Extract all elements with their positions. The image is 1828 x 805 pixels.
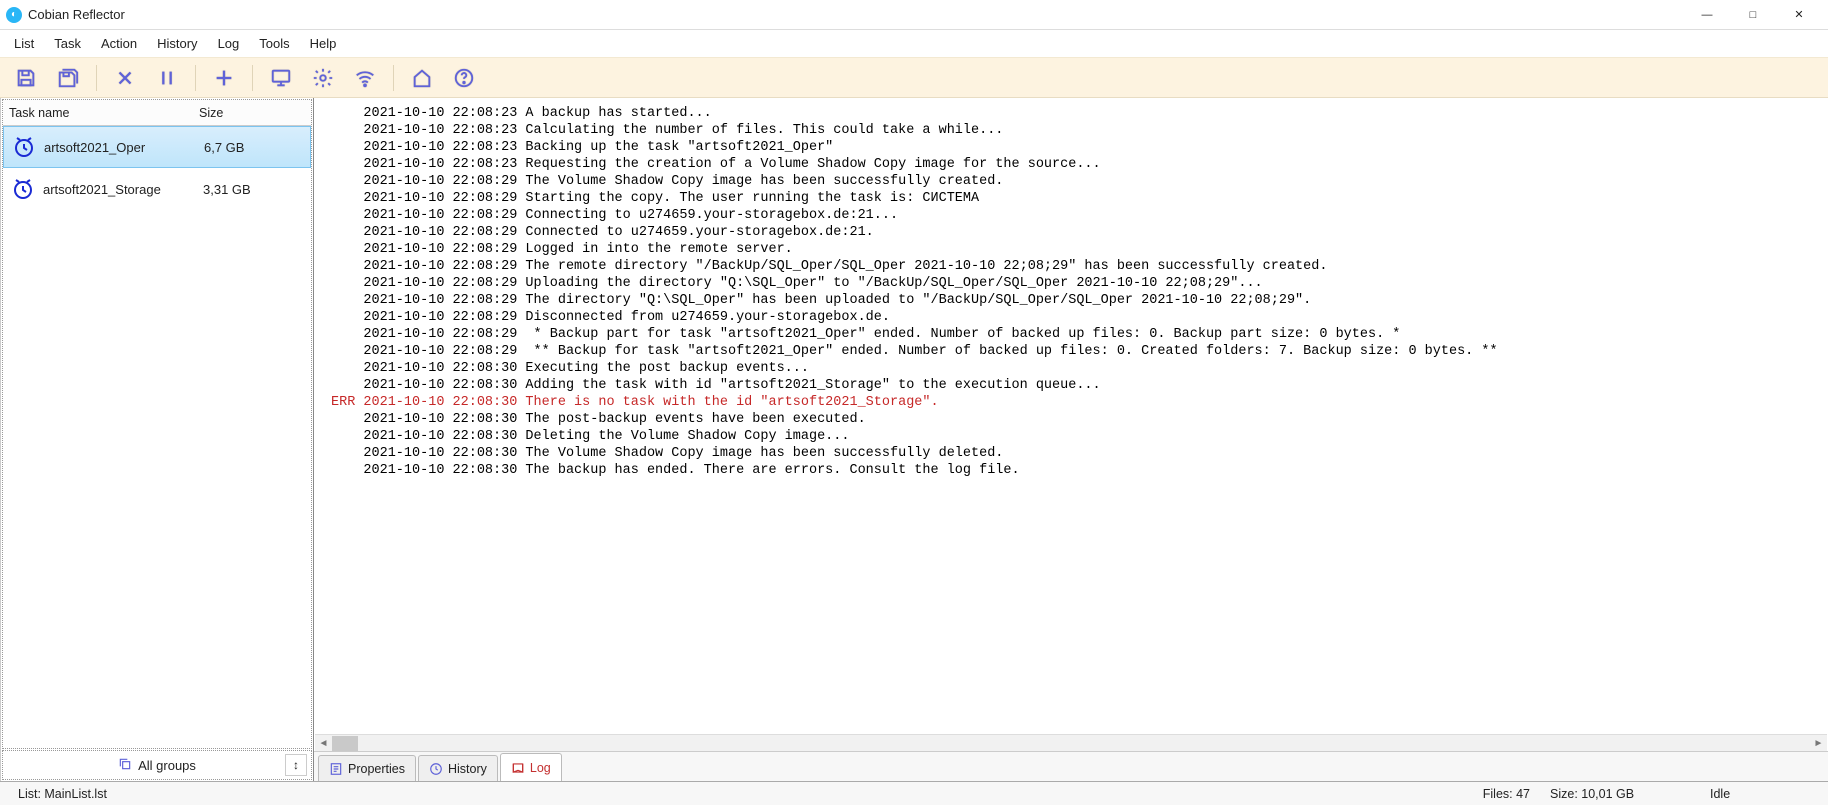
log-line: 2021-10-10 22:08:30 Deleting the Volume …: [331, 428, 1821, 445]
bottom-tabs: Properties History Log: [314, 751, 1828, 781]
tab-history-label: History: [448, 762, 487, 776]
menu-bar: List Task Action History Log Tools Help: [0, 30, 1828, 58]
log-line: 2021-10-10 22:08:29 ** Backup for task "…: [331, 343, 1821, 360]
horizontal-scrollbar[interactable]: ◄ ►: [315, 734, 1827, 751]
history-icon: [429, 762, 443, 776]
clock-icon: [3, 177, 43, 201]
menu-log[interactable]: Log: [210, 34, 248, 53]
toolbar-separator: [96, 65, 97, 91]
properties-icon: [329, 762, 343, 776]
log-line: 2021-10-10 22:08:29 The remote directory…: [331, 258, 1821, 275]
close-button[interactable]: ✕: [1776, 0, 1822, 30]
maximize-button[interactable]: □: [1730, 0, 1776, 30]
log-line: 2021-10-10 22:08:30 The Volume Shadow Co…: [331, 445, 1821, 462]
tab-log[interactable]: Log: [500, 753, 562, 781]
log-line: 2021-10-10 22:08:23 Backing up the task …: [331, 139, 1821, 156]
title-bar: ◐ Cobian Reflector — □ ✕: [0, 0, 1828, 30]
column-size[interactable]: Size: [193, 106, 311, 120]
status-bar: List: MainList.lst Files: 47 Size: 10,01…: [0, 781, 1828, 805]
home-icon[interactable]: [404, 62, 440, 94]
log-line: 2021-10-10 22:08:30 The post-backup even…: [331, 411, 1821, 428]
task-list-header: Task name Size: [3, 100, 311, 126]
clock-icon: [4, 135, 44, 159]
task-list: Task name Size artsoft2021_Oper 6,7 GB a…: [2, 99, 312, 749]
status-size: Size: 10,01 GB: [1540, 787, 1700, 801]
menu-task[interactable]: Task: [46, 34, 89, 53]
gear-icon[interactable]: [305, 62, 341, 94]
log-line: 2021-10-10 22:08:29 Logged in into the r…: [331, 241, 1821, 258]
toolbar-separator: [252, 65, 253, 91]
save-all-icon[interactable]: [50, 62, 86, 94]
scroll-left-icon[interactable]: ◄: [315, 738, 332, 749]
swap-icon[interactable]: ↕: [285, 754, 307, 776]
task-list-rows: artsoft2021_Oper 6,7 GB artsoft2021_Stor…: [3, 126, 311, 748]
task-name: artsoft2021_Oper: [44, 140, 194, 155]
tab-properties[interactable]: Properties: [318, 755, 416, 781]
task-name: artsoft2021_Storage: [43, 182, 193, 197]
log-viewer[interactable]: 2021-10-10 22:08:23 A backup has started…: [315, 99, 1827, 733]
toolbar: [0, 58, 1828, 98]
log-line: 2021-10-10 22:08:29 Starting the copy. T…: [331, 190, 1821, 207]
log-line: 2021-10-10 22:08:29 The Volume Shadow Co…: [331, 173, 1821, 190]
task-row[interactable]: artsoft2021_Storage 3,31 GB: [3, 168, 311, 210]
log-line: 2021-10-10 22:08:29 Disconnected from u2…: [331, 309, 1821, 326]
log-line: 2021-10-10 22:08:29 Connected to u274659…: [331, 224, 1821, 241]
log-line: 2021-10-10 22:08:30 Executing the post b…: [331, 360, 1821, 377]
wifi-icon[interactable]: [347, 62, 383, 94]
log-line: 2021-10-10 22:08:29 * Backup part for ta…: [331, 326, 1821, 343]
log-line: 2021-10-10 22:08:29 Connecting to u27465…: [331, 207, 1821, 224]
help-icon[interactable]: [446, 62, 482, 94]
menu-list[interactable]: List: [6, 34, 42, 53]
menu-history[interactable]: History: [149, 34, 205, 53]
log-line: 2021-10-10 22:08:29 Uploading the direct…: [331, 275, 1821, 292]
left-panel: Task name Size artsoft2021_Oper 6,7 GB a…: [0, 98, 314, 781]
all-groups-button[interactable]: All groups ↕: [2, 750, 312, 780]
scroll-thumb[interactable]: [332, 736, 358, 751]
scroll-right-icon[interactable]: ►: [1810, 738, 1827, 749]
column-task-name[interactable]: Task name: [3, 106, 193, 120]
menu-action[interactable]: Action: [93, 34, 145, 53]
log-line: 2021-10-10 22:08:30 The backup has ended…: [331, 462, 1821, 479]
add-icon[interactable]: [206, 62, 242, 94]
save-one-icon[interactable]: [8, 62, 44, 94]
log-line: ERR 2021-10-10 22:08:30 There is no task…: [331, 394, 1821, 411]
status-list: List: MainList.lst: [8, 787, 117, 801]
copy-icon: [118, 757, 132, 774]
all-groups-label: All groups: [138, 758, 196, 773]
toolbar-separator: [393, 65, 394, 91]
minimize-button[interactable]: —: [1684, 0, 1730, 30]
task-row[interactable]: artsoft2021_Oper 6,7 GB: [3, 126, 311, 168]
log-icon: [511, 761, 525, 775]
tab-properties-label: Properties: [348, 762, 405, 776]
menu-tools[interactable]: Tools: [251, 34, 297, 53]
log-line: 2021-10-10 22:08:23 Calculating the numb…: [331, 122, 1821, 139]
tab-history[interactable]: History: [418, 755, 498, 781]
status-files: Files: 47: [1473, 787, 1540, 801]
menu-help[interactable]: Help: [302, 34, 345, 53]
right-panel: 2021-10-10 22:08:23 A backup has started…: [314, 98, 1828, 781]
monitor-icon[interactable]: [263, 62, 299, 94]
tab-log-label: Log: [530, 761, 551, 775]
log-line: 2021-10-10 22:08:29 The directory "Q:\SQ…: [331, 292, 1821, 309]
log-line: 2021-10-10 22:08:30 Adding the task with…: [331, 377, 1821, 394]
main-area: Task name Size artsoft2021_Oper 6,7 GB a…: [0, 98, 1828, 781]
task-size: 6,7 GB: [194, 140, 310, 155]
log-line: 2021-10-10 22:08:23 Requesting the creat…: [331, 156, 1821, 173]
task-size: 3,31 GB: [193, 182, 311, 197]
status-state: Idle: [1700, 787, 1820, 801]
toolbar-separator: [195, 65, 196, 91]
window-title: Cobian Reflector: [28, 7, 125, 22]
app-icon: ◐: [6, 7, 22, 23]
delete-icon[interactable]: [107, 62, 143, 94]
log-line: 2021-10-10 22:08:23 A backup has started…: [331, 105, 1821, 122]
pause-icon[interactable]: [149, 62, 185, 94]
